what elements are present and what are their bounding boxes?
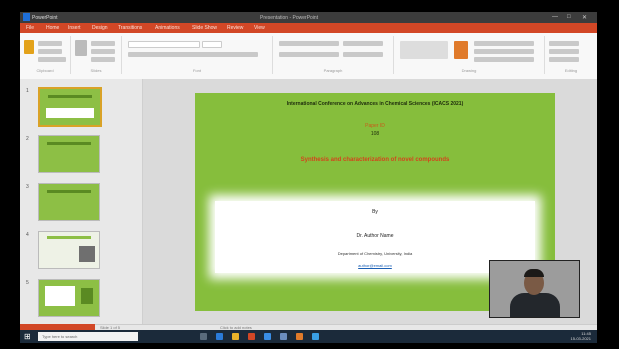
thumbnail-item[interactable]: 1 xyxy=(24,87,138,131)
shapes-gallery[interactable] xyxy=(400,41,448,59)
presenter-body xyxy=(510,293,560,317)
font-format-buttons[interactable] xyxy=(128,52,258,57)
taskbar-search-input[interactable]: Type here to search xyxy=(38,332,138,341)
conference-title[interactable]: International Conference on Advances in … xyxy=(195,101,555,107)
powerpoint-icon[interactable] xyxy=(248,333,255,340)
thumbnail-image[interactable] xyxy=(38,183,100,221)
tab-file[interactable]: File xyxy=(26,25,34,31)
webcam-overlay xyxy=(489,260,580,318)
thumbnail-item[interactable]: 2 xyxy=(24,135,138,179)
group-label: Editing xyxy=(564,68,578,73)
app-label: PowerPoint xyxy=(32,15,58,21)
thumbnail-image[interactable] xyxy=(38,135,100,173)
author-email-link[interactable]: author@email.com xyxy=(215,263,535,268)
windows-start-icon[interactable]: ⊞ xyxy=(24,332,33,341)
file-explorer-icon[interactable] xyxy=(232,333,239,340)
shape-fill-button[interactable] xyxy=(474,41,534,46)
thumbnail-image[interactable] xyxy=(38,231,100,269)
format-painter-button[interactable] xyxy=(38,57,66,62)
title-bar: PowerPoint Presentation - PowerPoint — □… xyxy=(20,12,597,23)
thumbnail-item[interactable]: 5 xyxy=(24,279,138,323)
replace-button[interactable] xyxy=(549,49,579,54)
thumbnail-number: 3 xyxy=(26,184,29,190)
tab-view[interactable]: View xyxy=(254,25,265,31)
minimize-button[interactable]: — xyxy=(552,14,558,20)
store-icon[interactable] xyxy=(280,333,287,340)
author-name[interactable]: Dr. Author Name xyxy=(215,233,535,239)
group-label: Slides xyxy=(90,68,102,73)
paper-id-label[interactable]: Paper ID xyxy=(195,123,555,129)
ribbon: Clipboard Slides Font Paragraph Drawing … xyxy=(20,33,597,80)
clock-date: 15-03-2021 xyxy=(570,335,591,341)
group-drawing: Drawing xyxy=(394,36,545,74)
font-size-select[interactable] xyxy=(202,41,222,48)
tab-transitions[interactable]: Transitions xyxy=(118,25,142,31)
taskbar: ⊞ Type here to search 11:45 15-03-2021 xyxy=(20,330,597,343)
thumbnail-item[interactable]: 4 xyxy=(24,231,138,275)
edge-icon[interactable] xyxy=(216,333,223,340)
slide-thumbnail-panel[interactable]: 1 2 3 4 5 xyxy=(20,79,143,324)
group-font: Font xyxy=(122,36,273,74)
thumbnail-number: 2 xyxy=(26,136,29,142)
author-affiliation[interactable]: Department of Chemistry, University, Ind… xyxy=(215,251,535,256)
reset-button[interactable] xyxy=(91,49,115,54)
task-view-icon[interactable] xyxy=(200,333,207,340)
ribbon-tabs: File Home Insert Design Transitions Anim… xyxy=(20,23,597,33)
paper-number[interactable]: 108 xyxy=(195,131,555,137)
layout-button[interactable] xyxy=(91,41,115,46)
group-editing: Editing xyxy=(545,36,597,74)
copy-button[interactable] xyxy=(38,49,62,54)
list-buttons[interactable] xyxy=(279,41,339,46)
group-clipboard: Clipboard xyxy=(20,36,71,74)
presenter-hair xyxy=(524,269,544,277)
paste-icon[interactable] xyxy=(24,40,34,54)
by-label: By xyxy=(372,209,378,215)
group-label: Clipboard xyxy=(36,68,54,73)
thumbnail-image[interactable] xyxy=(38,279,100,317)
browser-icon[interactable] xyxy=(312,333,319,340)
align-buttons[interactable] xyxy=(279,52,339,57)
text-direction-button[interactable] xyxy=(343,41,383,46)
thumbnail-photo xyxy=(79,246,95,262)
tab-insert[interactable]: Insert xyxy=(68,25,81,31)
maximize-button[interactable]: □ xyxy=(567,14,571,20)
cut-button[interactable] xyxy=(38,41,62,46)
new-slide-button[interactable] xyxy=(75,40,87,56)
tab-animations[interactable]: Animations xyxy=(155,25,180,31)
slide-title[interactable]: Synthesis and characterization of novel … xyxy=(195,157,555,163)
thumbnail-graphic xyxy=(81,288,93,304)
group-label: Font xyxy=(192,68,201,73)
quick-access-icon[interactable] xyxy=(23,13,30,21)
author-box[interactable]: By Dr. Author Name Department of Chemist… xyxy=(215,201,535,273)
thumbnail-image[interactable] xyxy=(38,87,102,127)
thumbnail-item[interactable]: 3 xyxy=(24,183,138,227)
close-button[interactable]: ✕ xyxy=(582,14,587,21)
find-button[interactable] xyxy=(549,41,579,46)
section-button[interactable] xyxy=(91,57,115,62)
thumbnail-number: 4 xyxy=(26,232,29,238)
group-paragraph: Paragraph xyxy=(273,36,394,74)
group-slides: Slides xyxy=(71,36,122,74)
system-tray-clock[interactable]: 11:45 15-03-2021 xyxy=(570,331,591,341)
align-text-button[interactable] xyxy=(343,52,383,57)
thumbnail-number: 5 xyxy=(26,280,29,286)
group-label: Drawing xyxy=(461,68,477,73)
tab-review[interactable]: Review xyxy=(227,25,243,31)
font-name-select[interactable] xyxy=(128,41,200,48)
document-title: Presentation - PowerPoint xyxy=(260,15,319,21)
thumbnail-number: 1 xyxy=(26,88,29,94)
shape-outline-button[interactable] xyxy=(474,49,534,54)
select-button[interactable] xyxy=(549,57,579,62)
shape-effects-button[interactable] xyxy=(474,57,534,62)
tab-slide-show[interactable]: Slide Show xyxy=(192,25,217,31)
tab-design[interactable]: Design xyxy=(92,25,108,31)
arrange-icon[interactable] xyxy=(454,41,468,59)
mail-icon[interactable] xyxy=(264,333,271,340)
group-label: Paragraph xyxy=(323,68,343,73)
tab-home[interactable]: Home xyxy=(46,25,59,31)
app-icon[interactable] xyxy=(296,333,303,340)
